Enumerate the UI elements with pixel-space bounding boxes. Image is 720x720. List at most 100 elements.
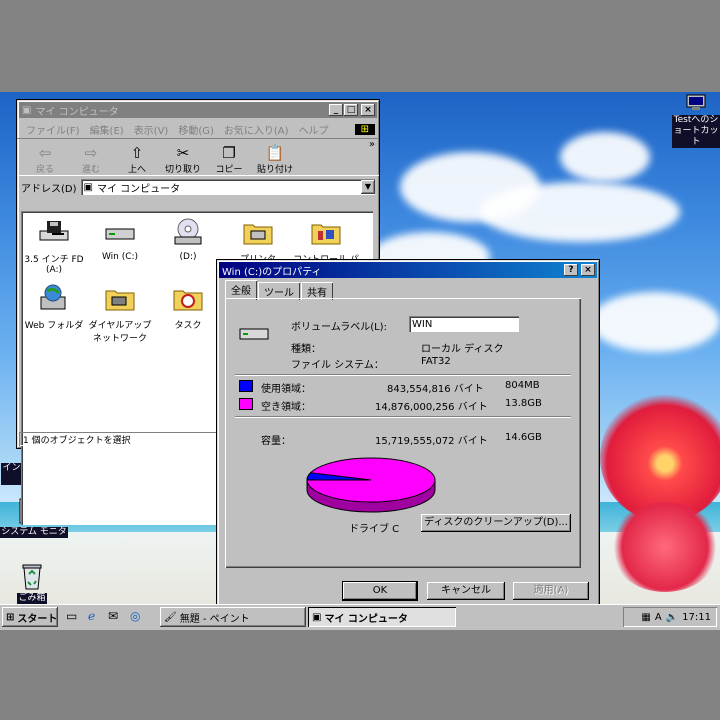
window-title-bar[interactable]: ▣ マイ コンピュータ _ □ × xyxy=(19,102,377,118)
type-value: ローカル ディスク xyxy=(421,344,504,355)
cut-button[interactable]: ✂ 切り取り xyxy=(161,144,205,175)
ok-button[interactable]: OK xyxy=(342,581,418,601)
printers-folder-icon xyxy=(243,224,273,245)
start-button[interactable]: ⊞ スタート xyxy=(2,607,58,627)
dialog-title: Win (C:)のプロパティ xyxy=(222,266,322,278)
item-dialup-networking[interactable]: ダイヤルアップ ネットワーク xyxy=(87,283,153,344)
tray-volume-icon[interactable]: 🔈 xyxy=(666,612,678,623)
desktop-icon-recycle-bin[interactable]: ごみ箱 xyxy=(6,562,58,604)
maximize-button[interactable]: □ xyxy=(344,104,358,116)
up-folder-icon: ⇧ xyxy=(130,144,144,162)
used-space-size: 804MB xyxy=(505,380,540,391)
free-space-size: 13.8GB xyxy=(505,398,542,409)
floppy-drive-icon xyxy=(39,221,69,241)
my-computer-small-icon: ▣ xyxy=(83,181,93,193)
taskbar-paint-button[interactable]: 🖌 無題 - ペイント xyxy=(160,607,306,627)
filesystem-caption: ファイル システム： xyxy=(291,360,384,371)
hard-drive-icon xyxy=(105,228,135,240)
item-web-folders[interactable]: Web フォルダ xyxy=(21,283,87,331)
channels-icon[interactable]: ◎ xyxy=(130,609,140,623)
paint-icon: 🖌 xyxy=(164,611,177,623)
item-scheduled-tasks[interactable]: タスク xyxy=(155,283,221,331)
scheduled-tasks-icon xyxy=(173,290,203,311)
my-computer-small-icon: ▣ xyxy=(312,611,322,623)
up-button[interactable]: ⇧ 上へ xyxy=(115,144,159,175)
status-text: 1 個のオブジェクトを選択 xyxy=(23,435,131,446)
copy-icon: ❐ xyxy=(222,144,236,162)
properties-dialog[interactable]: Win (C:)のプロパティ ? × 全般 ツール 共有 ボリュームラベル(L)… xyxy=(216,259,600,609)
internet-explorer-icon[interactable]: ℯ xyxy=(88,609,95,623)
address-bar: アドレス(D) ▣ マイ コンピュータ ▼ xyxy=(17,176,379,198)
separator xyxy=(235,416,571,418)
desktop-icon-label: ごみ箱 xyxy=(17,593,47,604)
desktop-icon-shortcut[interactable]: Testへのショートカット xyxy=(672,94,720,148)
dialog-title-bar[interactable]: Win (C:)のプロパティ ? × xyxy=(219,262,597,278)
paste-button[interactable]: 📋 貼り付け xyxy=(253,144,297,175)
forward-arrow-icon: ⇨ xyxy=(84,144,98,162)
tray-ime-icon[interactable]: A xyxy=(655,612,662,623)
desktop-icon-label: Testへのショートカット xyxy=(672,115,720,148)
clock[interactable]: 17:11 xyxy=(682,612,711,623)
forward-button[interactable]: ⇨ 進む xyxy=(69,144,113,175)
close-button[interactable]: × xyxy=(581,264,595,276)
menu-view[interactable]: 表示(V) xyxy=(129,122,174,137)
disk-usage-pie xyxy=(306,457,436,513)
capacity-bytes: 15,719,555,072 バイト xyxy=(375,436,488,447)
standard-toolbar: ⇦ 戻る ⇨ 進む ⇧ 上へ ✂ 切り取り ❐ コピー 📋 貼り付け » xyxy=(17,138,379,176)
type-caption: 種類： xyxy=(291,344,321,355)
menu-edit[interactable]: 編集(E) xyxy=(85,122,129,137)
close-button[interactable]: × xyxy=(361,104,375,116)
taskbar-mycomputer-button[interactable]: ▣ マイ コンピュータ xyxy=(308,607,456,627)
window-title: マイ コンピュータ xyxy=(35,106,119,118)
address-value: マイ コンピュータ xyxy=(96,183,181,195)
minimize-button[interactable]: _ xyxy=(329,104,343,116)
free-space-bytes: 14,876,000,256 バイト xyxy=(375,402,488,413)
cd-drive-icon xyxy=(174,218,202,245)
back-button[interactable]: ⇦ 戻る xyxy=(23,144,67,175)
menu-bar: ファイル(F) 編集(E) 表示(V) 移動(G) お気に入り(A) ヘルプ ⊞ xyxy=(17,120,379,138)
item-drive-d[interactable]: (D:) xyxy=(155,217,221,262)
capacity-caption: 容量： xyxy=(261,436,291,447)
filesystem-value: FAT32 xyxy=(421,356,451,367)
windows-logo-icon: ⊞ xyxy=(354,123,375,135)
back-arrow-icon: ⇦ xyxy=(38,144,52,162)
menu-go[interactable]: 移動(G) xyxy=(173,122,219,137)
show-desktop-icon[interactable]: ▭ xyxy=(66,609,77,623)
help-button[interactable]: ? xyxy=(564,264,578,276)
disk-cleanup-button[interactable]: ディスクのクリーンアップ(D)... xyxy=(421,514,571,532)
tab-general[interactable]: 全般 xyxy=(225,280,257,300)
address-dropdown-button[interactable]: ▼ xyxy=(361,180,375,194)
shortcut-icon xyxy=(686,94,706,110)
menu-favorites[interactable]: お気に入り(A) xyxy=(219,122,294,137)
recycle-bin-icon xyxy=(22,564,42,590)
tray-display-icon[interactable]: ▦ xyxy=(641,612,650,623)
taskbar: ⊞ スタート ▭ ℯ ✉ ◎ 🖌 無題 - ペイント ▣ マイ コンピュータ ▦… xyxy=(0,604,720,630)
windows-logo-icon: ⊞ xyxy=(6,611,15,623)
desktop-icon-label: システム モニタ xyxy=(0,527,68,538)
volume-label-caption: ボリュームラベル(L): xyxy=(291,322,387,333)
cancel-button[interactable]: キャンセル xyxy=(427,582,505,600)
dialup-network-icon xyxy=(105,290,135,311)
menu-file[interactable]: ファイル(F) xyxy=(21,122,85,137)
window-icon: ▣ xyxy=(22,104,32,116)
address-input[interactable]: ▣ マイ コンピュータ ▼ xyxy=(80,179,375,195)
volume-label-input[interactable] xyxy=(409,316,519,332)
outlook-express-icon[interactable]: ✉ xyxy=(108,609,118,623)
toolbar-overflow-icon[interactable]: » xyxy=(369,139,375,150)
capacity-size: 14.6GB xyxy=(505,432,542,443)
item-printers[interactable]: プリンタ xyxy=(225,217,291,265)
used-space-swatch xyxy=(239,380,253,392)
hard-drive-icon xyxy=(239,328,269,340)
general-tab-panel: ボリュームラベル(L): 種類： ローカル ディスク ファイル システム： FA… xyxy=(225,298,581,568)
item-drive-c[interactable]: Win (C:) xyxy=(87,217,153,262)
control-panel-icon xyxy=(311,224,341,245)
drive-caption: ドライブ C xyxy=(349,524,400,535)
apply-button[interactable]: 適用(A) xyxy=(513,582,589,600)
separator xyxy=(235,374,571,376)
used-space-bytes: 843,554,816 バイト xyxy=(387,384,484,395)
scissors-icon: ✂ xyxy=(176,144,190,162)
address-label: アドレス(D) xyxy=(21,183,77,195)
copy-button[interactable]: ❐ コピー xyxy=(207,144,251,175)
item-floppy[interactable]: 3.5 インチ FD (A:) xyxy=(21,217,87,275)
menu-help[interactable]: ヘルプ xyxy=(294,122,334,137)
